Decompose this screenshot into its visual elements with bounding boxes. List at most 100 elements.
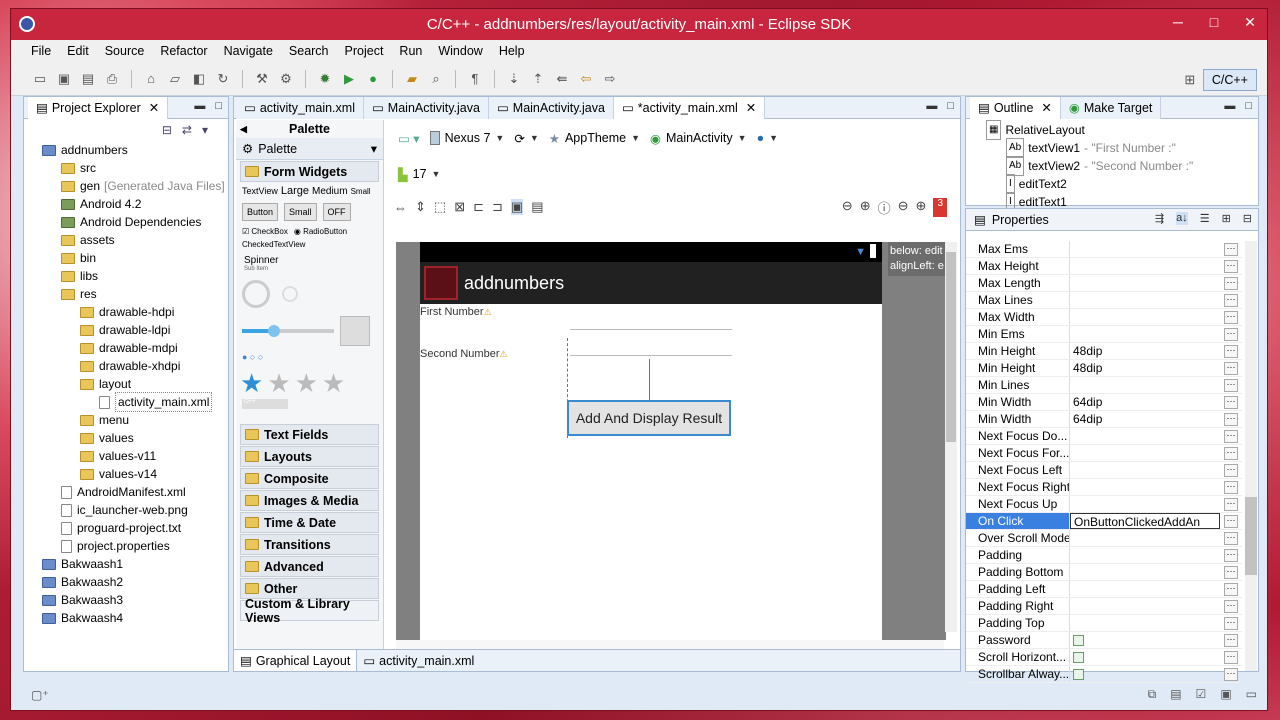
category-form-widgets[interactable]: Form Widgets xyxy=(240,161,379,182)
widget-medium[interactable]: Medium xyxy=(312,186,348,197)
ratingbar-widget[interactable]: ★★★★ xyxy=(236,368,383,399)
minimize-button[interactable]: ─ xyxy=(1167,13,1189,31)
tree-item[interactable]: drawable-mdpi xyxy=(30,339,228,357)
save-icon[interactable]: ▣ xyxy=(55,70,73,88)
menu-edit[interactable]: Edit xyxy=(59,44,97,58)
widget-checkedtextview[interactable]: CheckedTextView xyxy=(236,238,383,251)
property-row[interactable]: Padding Top ··· xyxy=(966,615,1242,632)
outline-item[interactable]: Ab textView2- "Second Number :" xyxy=(986,156,1258,176)
seekbar-widget[interactable] xyxy=(242,325,334,337)
settings-icon[interactable]: ⚙ xyxy=(277,70,295,88)
fill-width-icon[interactable]: ⇔ xyxy=(394,200,407,215)
run-icon[interactable]: ▶ xyxy=(340,70,358,88)
close-button[interactable]: ✕ xyxy=(1239,13,1261,31)
property-value[interactable] xyxy=(1070,309,1220,325)
tab-project-explorer[interactable]: ▤ Project Explorer ✕ xyxy=(28,96,169,119)
link-editor-icon[interactable]: ⇄ xyxy=(182,123,192,137)
property-row[interactable]: Min Width 64dip ··· xyxy=(966,411,1242,428)
property-row[interactable]: Min Width 64dip ··· xyxy=(966,394,1242,411)
outline-item[interactable]: IeditText2 xyxy=(986,174,1258,194)
widget-radiobutton[interactable]: ◉ RadioButton xyxy=(294,227,347,236)
quickcontact-icon[interactable] xyxy=(340,316,370,346)
property-row[interactable]: Next Focus For... ··· xyxy=(966,445,1242,462)
property-value[interactable] xyxy=(1070,326,1220,342)
device-dropdown[interactable]: Nexus 7 ▼ xyxy=(429,131,504,145)
property-value[interactable]: 48dip xyxy=(1070,343,1220,359)
browse-button[interactable]: ··· xyxy=(1224,447,1238,460)
tree-item[interactable]: Android Dependencies xyxy=(30,213,228,231)
property-value[interactable]: 48dip xyxy=(1070,360,1220,376)
category-layouts[interactable]: Layouts xyxy=(240,446,379,467)
property-row[interactable]: Padding Left ··· xyxy=(966,581,1242,598)
browse-button[interactable]: ··· xyxy=(1224,668,1238,681)
browse-button[interactable]: ··· xyxy=(1224,634,1238,647)
tab-activity-main-xml[interactable]: ▭ activity_main.xml xyxy=(236,96,364,119)
expand-icon[interactable]: ⊞ xyxy=(1222,212,1231,225)
tree-item[interactable]: values-v14 xyxy=(30,465,228,483)
tree-item[interactable]: Bakwaash4 xyxy=(30,609,228,627)
refresh-icon[interactable]: ↻ xyxy=(214,70,232,88)
api-level-dropdown[interactable]: ▙ 17 ▼ xyxy=(398,167,440,182)
minimize-view-icon[interactable]: ▬ xyxy=(194,100,205,112)
widget-large[interactable]: Large xyxy=(281,185,309,197)
widget-button[interactable]: Button xyxy=(242,203,279,221)
external-tools-icon[interactable]: ● xyxy=(364,70,382,88)
property-row[interactable]: Max Width ··· xyxy=(966,309,1242,326)
category-custom-library-views[interactable]: Custom & Library Views xyxy=(240,597,379,625)
problems-icon[interactable]: ▣ xyxy=(1220,687,1231,702)
menu-source[interactable]: Source xyxy=(97,44,153,58)
property-value[interactable] xyxy=(1070,581,1220,597)
browse-button[interactable]: ··· xyxy=(1224,583,1238,596)
tree-item[interactable]: Bakwaash3 xyxy=(30,591,228,609)
orientation-dropdown[interactable]: ⟳ ▼ xyxy=(514,131,538,146)
property-value[interactable] xyxy=(1070,615,1220,631)
menu-window[interactable]: Window xyxy=(430,44,490,58)
menu-refactor[interactable]: Refactor xyxy=(152,44,215,58)
maximize-button[interactable]: □ xyxy=(1203,13,1225,31)
property-row[interactable]: Min Ems ··· xyxy=(966,326,1242,343)
new-project-icon[interactable]: ⌂ xyxy=(142,70,160,88)
filter-icon[interactable]: ⇶ xyxy=(1155,212,1164,225)
zoom-in-icon[interactable]: ⊕ xyxy=(916,198,927,217)
property-row[interactable]: Next Focus Left ··· xyxy=(966,462,1242,479)
menu-file[interactable]: File xyxy=(23,44,59,58)
zoom-out-icon[interactable]: ⊖ xyxy=(842,198,853,217)
property-row[interactable]: On Click OnButtonClickedAddAn ··· xyxy=(966,513,1242,530)
config-icon[interactable]: ▭ ▾ xyxy=(398,131,420,146)
property-checkbox[interactable] xyxy=(1070,666,1220,682)
zoom-fit-icon[interactable]: ⊕ xyxy=(860,198,871,217)
widget-small[interactable]: Small xyxy=(351,187,371,196)
category-composite[interactable]: Composite xyxy=(240,468,379,489)
property-value[interactable] xyxy=(1070,530,1220,546)
category-images-media[interactable]: Images & Media xyxy=(240,490,379,511)
property-row[interactable]: Next Focus Right ··· xyxy=(966,479,1242,496)
checkbox-icon[interactable] xyxy=(1073,635,1084,646)
property-row[interactable]: Max Ems ··· xyxy=(966,241,1242,258)
property-row[interactable]: Padding ··· xyxy=(966,547,1242,564)
align-left-icon[interactable]: ⊏ xyxy=(473,199,484,215)
properties-scrollbar[interactable] xyxy=(1245,241,1257,671)
tree-item[interactable]: bin xyxy=(30,249,228,267)
tree-item[interactable]: drawable-xhdpi xyxy=(30,357,228,375)
open-type-icon[interactable]: ▰ xyxy=(403,70,421,88)
tab-mainactivity-java-2[interactable]: ▭ MainActivity.java xyxy=(488,96,614,119)
theme-dropdown[interactable]: ★ AppTheme ▼ xyxy=(549,131,640,146)
tab-outline[interactable]: ▤ Outline ✕ xyxy=(970,96,1061,119)
property-row[interactable]: Next Focus Do... ··· xyxy=(966,428,1242,445)
widget-spinner[interactable]: Spinner xyxy=(236,251,383,266)
first-number-label[interactable]: First Number⚠ xyxy=(420,306,492,318)
property-value[interactable]: 64dip xyxy=(1070,411,1220,427)
browse-button[interactable]: ··· xyxy=(1224,617,1238,630)
property-value[interactable] xyxy=(1070,564,1220,580)
build-icon[interactable]: ⚒ xyxy=(253,70,271,88)
switch-widget[interactable]: OFF xyxy=(242,399,288,409)
maximize-view-icon[interactable]: □ xyxy=(215,100,222,112)
property-value[interactable] xyxy=(1070,462,1220,478)
margins-icon[interactable]: ⬚ xyxy=(434,199,446,215)
property-row[interactable]: Min Height 48dip ··· xyxy=(966,360,1242,377)
tree-item[interactable]: values-v11 xyxy=(30,447,228,465)
tree-item[interactable]: layout xyxy=(30,375,228,393)
minimize-view-icon[interactable]: ▬ xyxy=(1224,100,1235,112)
menu-navigate[interactable]: Navigate xyxy=(216,44,281,58)
property-value[interactable] xyxy=(1070,275,1220,291)
